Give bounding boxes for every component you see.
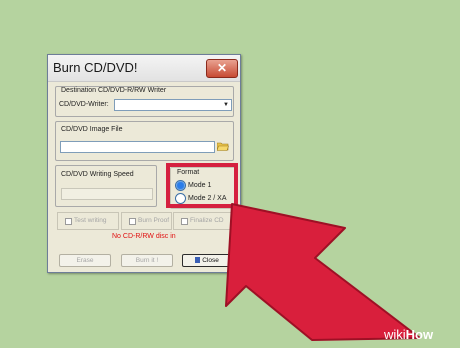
watermark-prefix: wiki [384, 327, 406, 342]
pointer-arrow-icon [225, 203, 421, 341]
watermark-suffix: How [405, 327, 434, 342]
wikihow-watermark: wikiHow [384, 327, 433, 342]
